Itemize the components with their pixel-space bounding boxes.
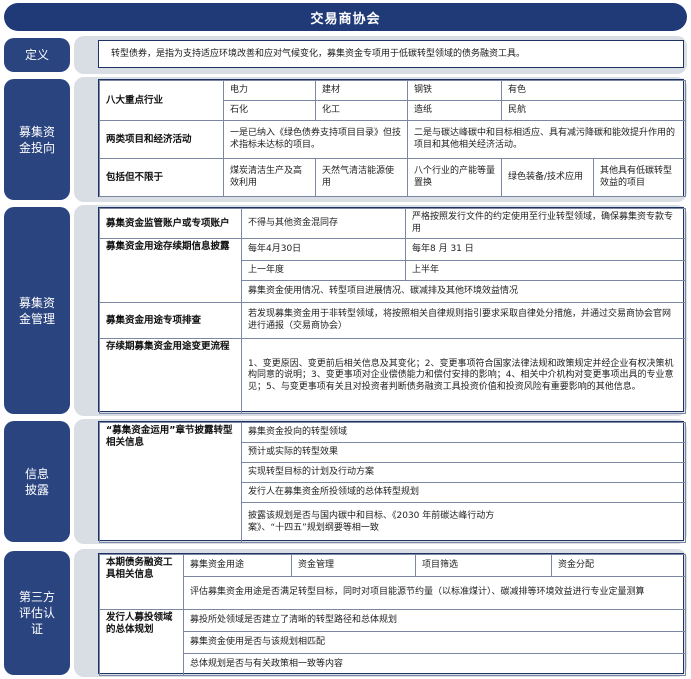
section-label-third-party: 第三方 评估认 证 [4,551,70,675]
third-party-table: 本期债务融资工具相关信息 募集资金用途 资金管理 项目筛选 资金分配 评估募集资… [98,553,686,676]
disclosure-period-cell: 上一年度 [241,260,406,281]
fund-use-table: 八大重点行业 电力 建材 钢铁 有色 石化 化工 造纸 民航 两类项目和经济活动… [98,79,687,197]
account-cell: 不得与其他资金混同存 [241,208,406,239]
includes-header: 包括但不限于 [99,158,224,197]
page-title: 交易商协会 [4,3,687,31]
industry-cell: 钢铁 [407,80,502,101]
change-header: 存续期募集资金用途变更流程 [99,338,242,414]
disclosure-content-cell: 募集资金使用情况、转型项目进展情况、碳减排及其他环境效益情况 [241,280,686,303]
definition-text: 转型债券，是指为支持适应环境改善和应对气候变化，募集资金专项用于低碳转型领域的债… [98,40,684,68]
two-types-cell: 一是已纳入《绿色债券支持项目目录》但技术指标未达标的项目。 [223,120,408,159]
industry-cell: 民航 [500,100,687,121]
fund-management-table: 募集资金监管账户或专项账户 不得与其他资金混同存 严格按照发行文件的约定使用至行… [98,207,686,414]
two-types-cell: 二是与碳达峰碳中和目标相适应、具有减污降碳和能效提升作用的项目和其他相关经济活动… [406,120,687,159]
industry-cell: 建材 [315,80,408,101]
includes-cell: 八个行业的产能等量置换 [407,158,502,197]
disclosure-item: 募集资金投向的转型领域 [241,422,686,443]
disclosure-item: 实现转型目标的计划及行动方案 [241,462,686,483]
disclosure-date-cell: 每年4月30日 [241,238,406,261]
disclosure-date-cell: 每年8 月 31 日 [405,238,686,261]
inspection-cell: 若发现募集资金用于非转型领域，将按照相关自律规则指引要求采取自律处分措施，并通过… [241,302,686,339]
includes-cell: 绿色装备/技术应用 [501,158,594,197]
inspection-header: 募集资金用途专项排查 [99,302,242,339]
includes-cell: 煤炭清洁生产及高效利用 [223,158,316,197]
issuer-item: 募投所处领域是否建立了清晰的转型路径和总体规划 [183,609,686,632]
two-types-header: 两类项目和经济活动 [99,120,224,159]
industry-cell: 电力 [223,80,316,101]
industry-cell: 石化 [223,100,316,121]
section-label-fund-management: 募集资 金管理 [4,207,70,414]
industry-cell: 造纸 [407,100,502,121]
change-cell: 1、变更原因、变更前后相关信息及其变化；2、变更事项符合国家法律法规和政策规定并… [241,338,686,414]
tool-header: 本期债务融资工具相关信息 [99,554,184,610]
tool-item: 募集资金用途 [183,554,292,577]
issuer-item: 募集资金使用是否与该规划相匹配 [183,631,686,654]
issuer-item: 总体规划是否与有关政策相一致等内容 [183,653,686,676]
industries-header: 八大重点行业 [99,80,224,121]
issuer-header: 发行人募投领域的总体规划 [99,609,184,676]
account-cell: 严格按照发行文件的约定使用至行业转型领域，确保募集资专款专用 [405,208,686,239]
disclosure-header: 募集资金用途存续期信息披露 [99,238,242,303]
includes-cell: 天然气清洁能源使用 [315,158,408,197]
tool-note: 评估募集资金用途是否满足转型目标，同时对项目能源节约量（以标准煤计）、碳减排等环… [183,576,686,610]
disclosure-item: 披露该规划是否与国内碳中和目标、《2030 年前碳达峰行动方案》、“十四五”规划… [241,502,686,543]
section-label-disclosure: 信息 披露 [4,421,70,542]
tool-item: 项目筛选 [415,554,552,577]
account-header: 募集资金监管账户或专项账户 [99,208,242,239]
disclosure-table: “募集资金运用”章节披露转型相关信息 募集资金投向的转型领域 预计或实际的转型效… [98,421,686,543]
tool-item: 资金分配 [551,554,686,577]
tool-item: 资金管理 [291,554,416,577]
includes-cell: 其他具有低碳转型效益的项目 [592,158,687,197]
disclosure-item: 预计或实际的转型效果 [241,442,686,463]
section-label-fund-use: 募集资 金投向 [4,79,70,200]
section-label-definition: 定义 [4,38,70,72]
disclosure-item: 发行人在募集资金所投领域的总体转型规划 [241,482,686,503]
industry-cell: 有色 [500,80,687,101]
disclosure-period-cell: 上半年 [405,260,686,281]
disclosure-section-header: “募集资金运用”章节披露转型相关信息 [99,422,242,543]
industry-cell: 化工 [315,100,408,121]
